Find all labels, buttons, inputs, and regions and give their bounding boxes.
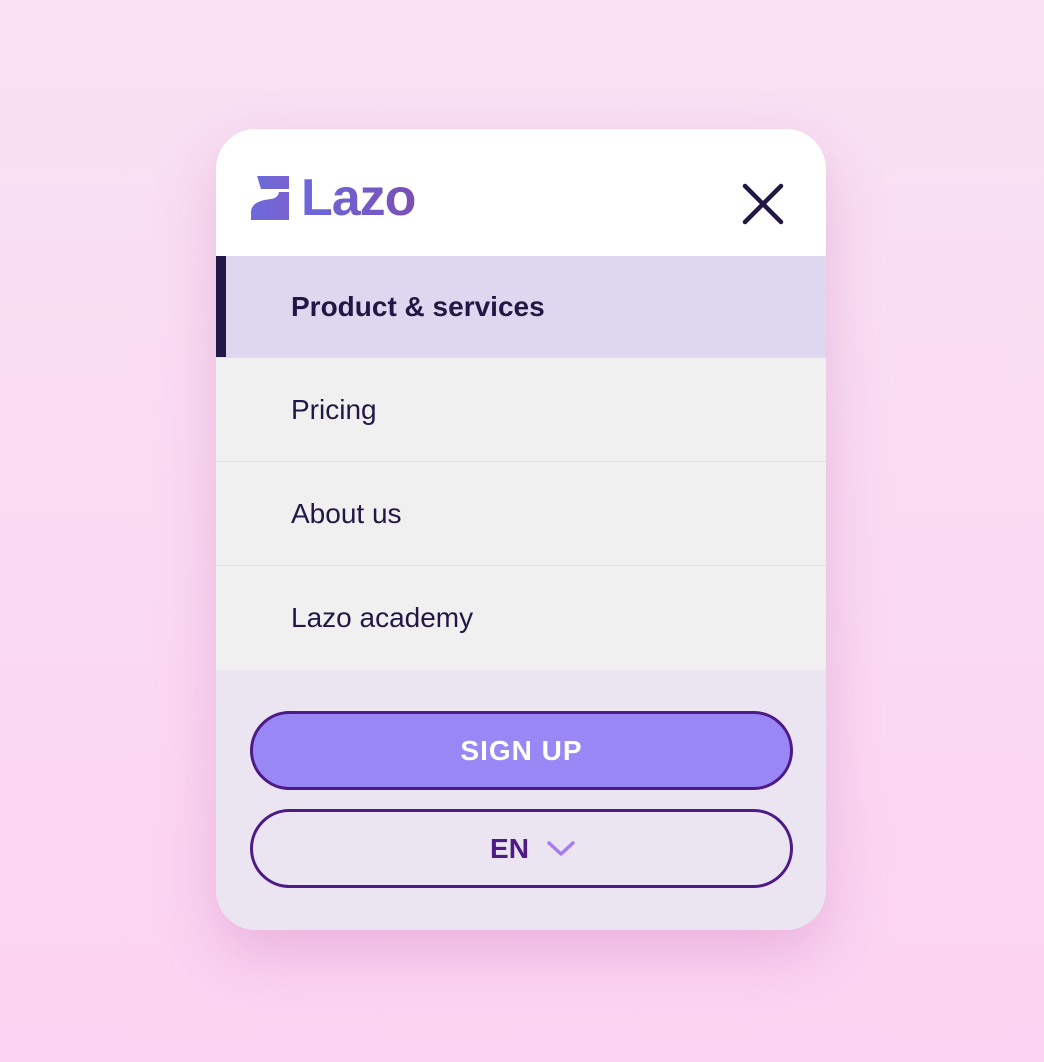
nav-item-label: Pricing bbox=[291, 393, 377, 425]
nav-item-pricing[interactable]: Pricing bbox=[216, 358, 826, 462]
nav-item-label: Lazo academy bbox=[291, 602, 474, 633]
nav-item-lazo-academy[interactable]: Lazo academy bbox=[216, 566, 826, 670]
nav-item-product-services[interactable]: Product & services bbox=[216, 256, 826, 358]
menu-footer: SIGN UP EN bbox=[216, 672, 826, 930]
language-label: EN bbox=[490, 832, 529, 864]
sign-up-button[interactable]: SIGN UP bbox=[250, 711, 793, 790]
logo[interactable]: Lazo bbox=[251, 169, 416, 227]
chevron-down-icon bbox=[545, 838, 577, 860]
nav-list: Product & services Pricing About us Lazo… bbox=[216, 256, 826, 670]
language-selector[interactable]: EN bbox=[250, 809, 793, 888]
brand-name: Lazo bbox=[301, 169, 416, 227]
nav-item-label: About us bbox=[291, 497, 402, 529]
nav-item-label: Product & services bbox=[291, 290, 545, 322]
mobile-menu-panel: Lazo Product & services Pricing About us… bbox=[216, 129, 826, 930]
lazo-logo-icon bbox=[251, 176, 289, 220]
nav-item-about-us[interactable]: About us bbox=[216, 462, 826, 566]
menu-header: Lazo bbox=[216, 129, 826, 256]
close-icon bbox=[742, 183, 784, 225]
close-button[interactable] bbox=[736, 179, 790, 229]
